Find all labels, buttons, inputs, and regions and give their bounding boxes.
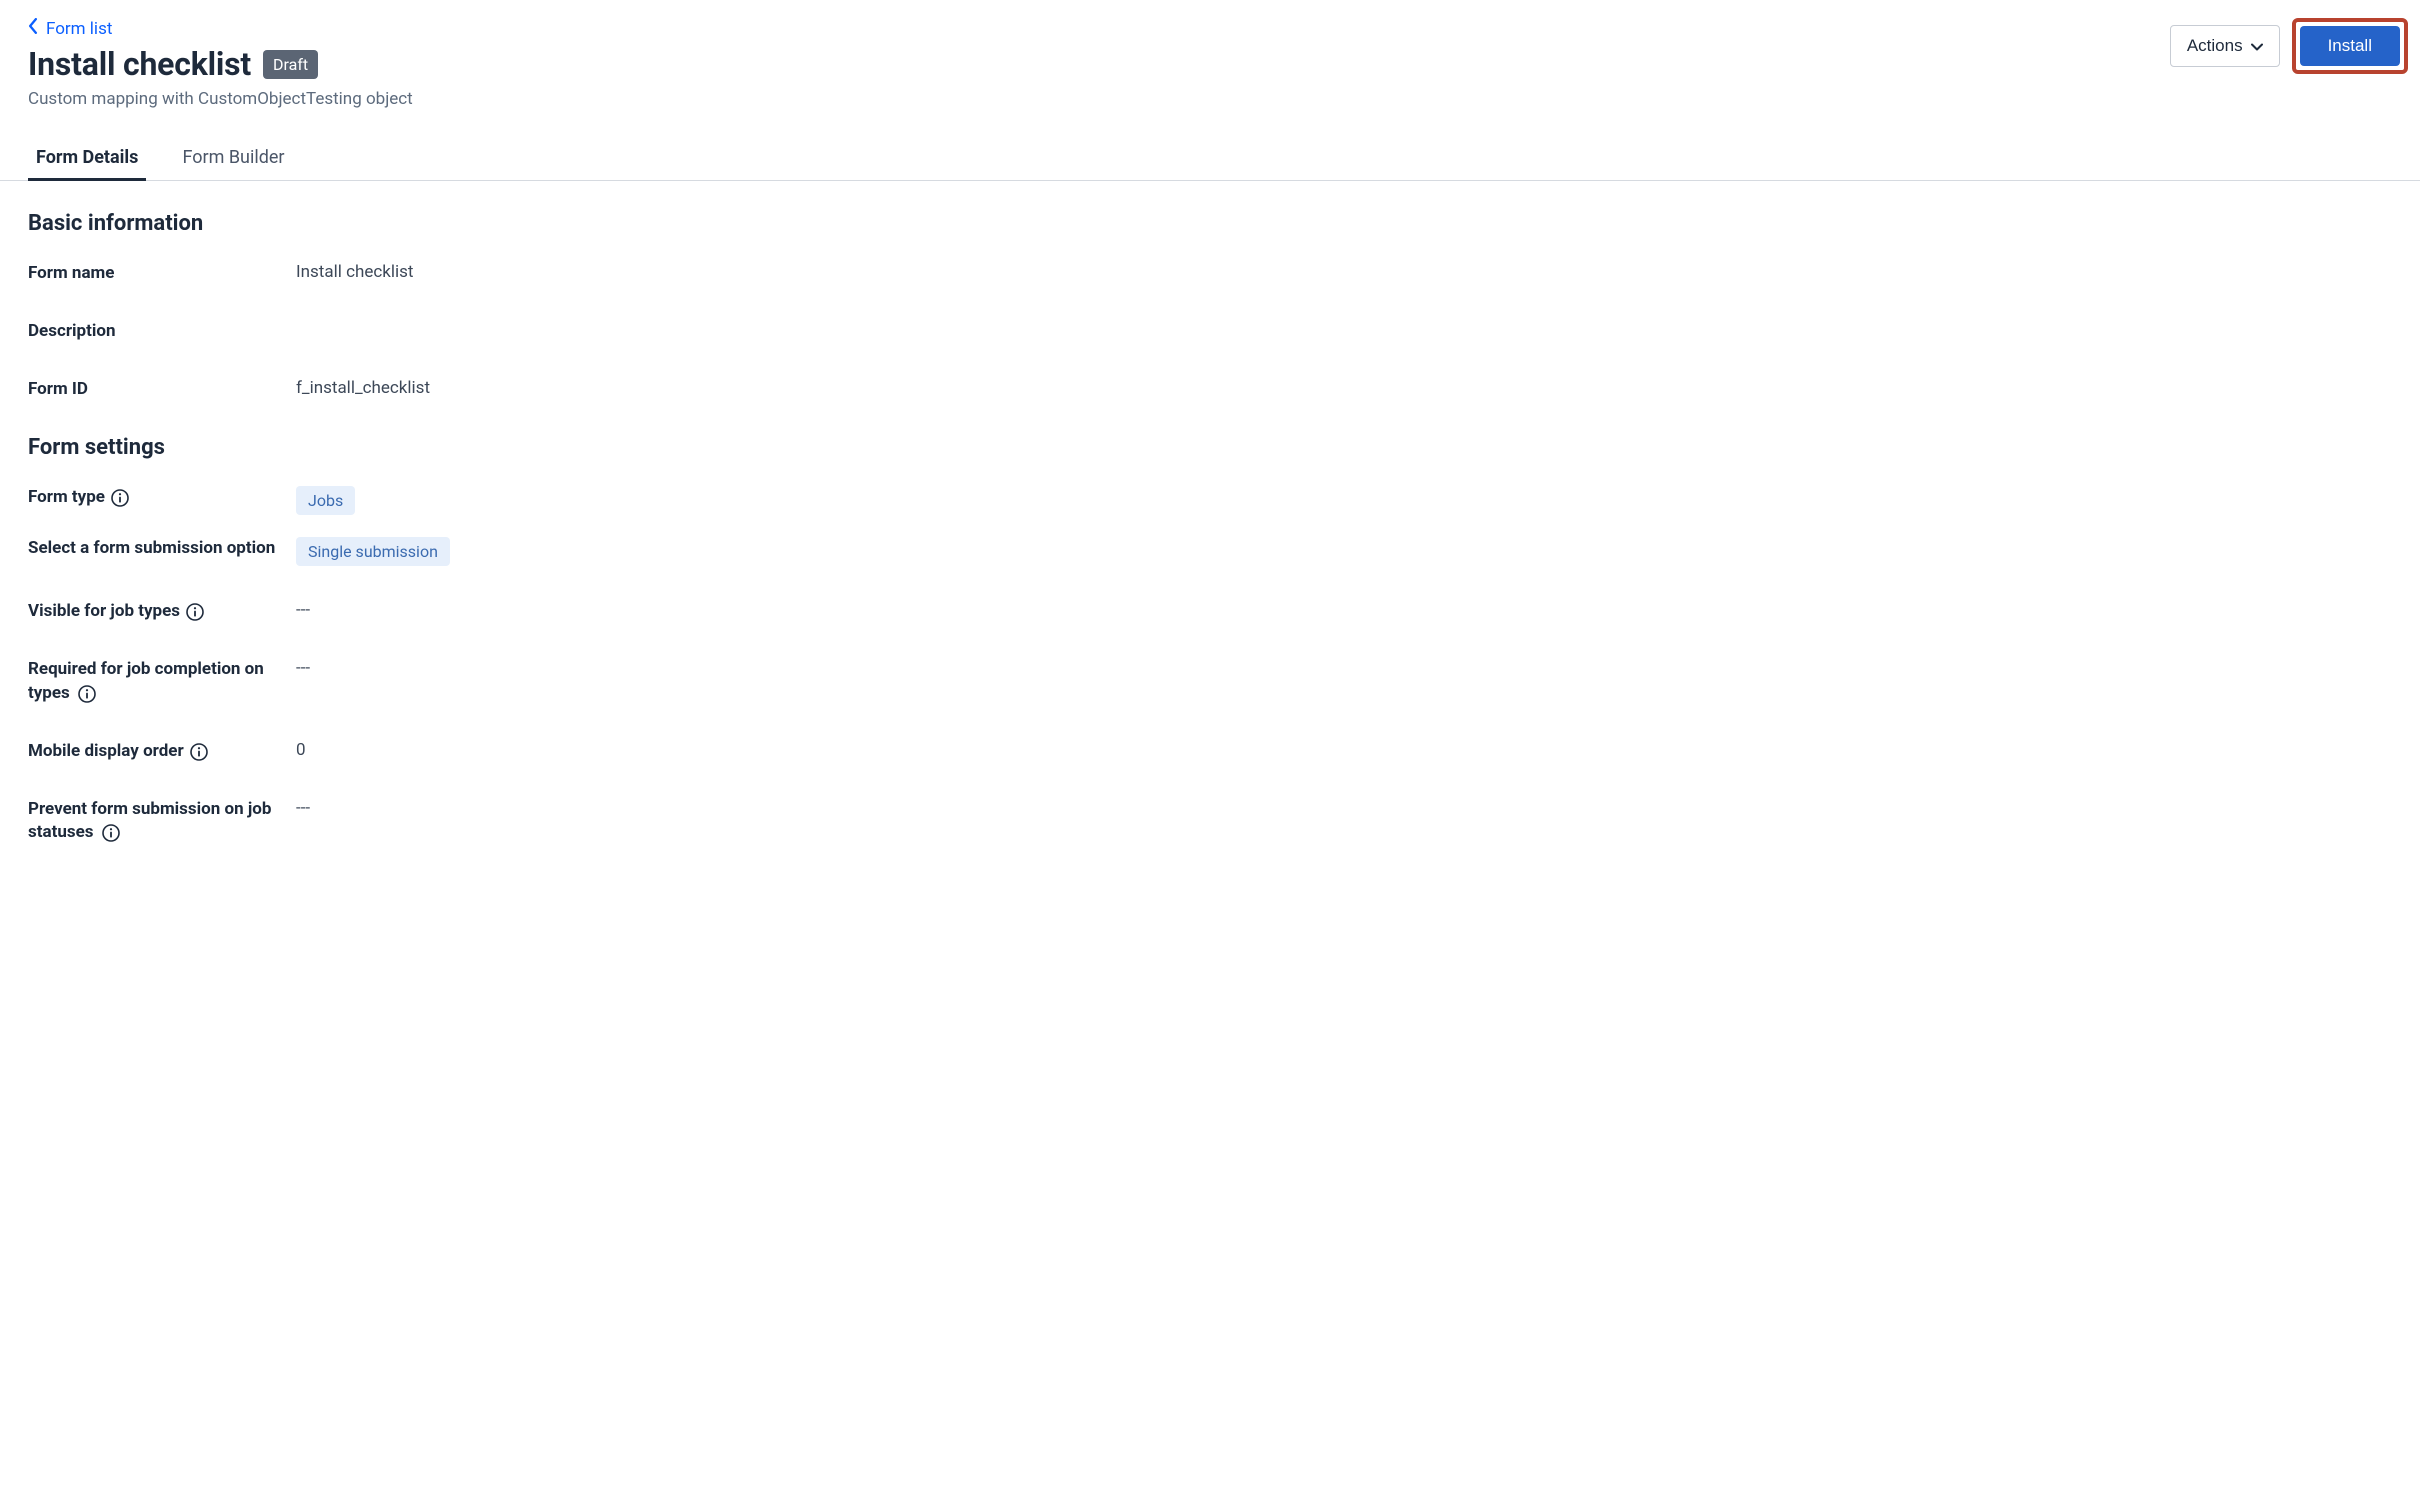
actions-dropdown-button[interactable]: Actions xyxy=(2170,25,2280,67)
label-mobile-display-order: Mobile display order xyxy=(28,740,296,764)
value-form-type: Jobs xyxy=(296,486,355,515)
label-form-name: Form name xyxy=(28,262,296,286)
label-required-job-completion: Required for job completion on types xyxy=(28,658,296,706)
label-visible-job-types: Visible for job types xyxy=(28,600,296,624)
install-button[interactable]: Install xyxy=(2300,26,2400,66)
label-description: Description xyxy=(28,320,296,344)
page-subtitle: Custom mapping with CustomObjectTesting … xyxy=(28,89,413,109)
chevron-down-icon xyxy=(2251,36,2263,56)
value-prevent-submission: --- xyxy=(296,798,310,818)
label-form-type: Form type xyxy=(28,486,296,510)
value-visible-job-types: --- xyxy=(296,600,310,620)
value-form-name: Install checklist xyxy=(296,262,413,282)
info-icon[interactable] xyxy=(111,489,129,507)
value-mobile-display-order: 0 xyxy=(296,740,306,760)
back-form-list-link[interactable]: Form list xyxy=(28,18,112,39)
info-icon[interactable] xyxy=(186,603,204,621)
chevron-left-icon xyxy=(28,18,38,39)
value-submission-option: Single submission xyxy=(296,537,450,566)
value-required-job-completion: --- xyxy=(296,658,310,678)
actions-button-label: Actions xyxy=(2187,36,2243,56)
info-icon[interactable] xyxy=(190,743,208,761)
back-link-label: Form list xyxy=(46,19,112,39)
install-button-highlight: Install xyxy=(2292,18,2408,74)
status-badge: Draft xyxy=(263,50,318,79)
label-prevent-submission: Prevent form submission on job statuses xyxy=(28,798,296,846)
tab-form-builder[interactable]: Form Builder xyxy=(174,137,292,181)
tag-form-type: Jobs xyxy=(296,486,355,515)
label-submission-option: Select a form submission option xyxy=(28,537,296,561)
section-form-settings-title: Form settings xyxy=(28,435,2392,460)
label-form-id: Form ID xyxy=(28,378,296,402)
value-form-id: f_install_checklist xyxy=(296,378,430,398)
tab-form-details[interactable]: Form Details xyxy=(28,137,146,181)
tag-submission-option: Single submission xyxy=(296,537,450,566)
section-basic-information-title: Basic information xyxy=(28,211,2392,236)
info-icon[interactable] xyxy=(78,685,96,703)
info-icon[interactable] xyxy=(102,824,120,842)
page-title: Install checklist xyxy=(28,45,251,83)
tabs-bar: Form Details Form Builder xyxy=(0,137,2420,181)
